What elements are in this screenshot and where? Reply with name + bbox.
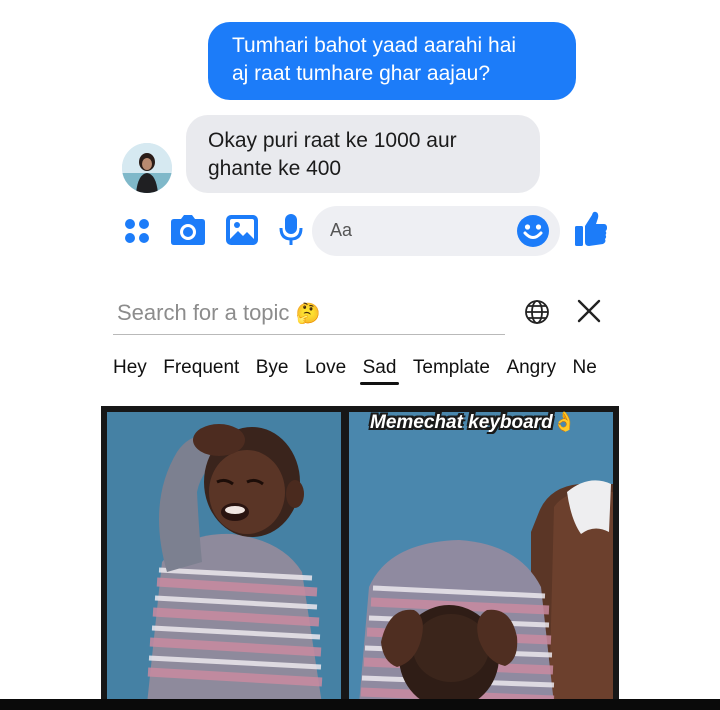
tab-template[interactable]: Template [413,357,490,379]
message-input[interactable]: Aa [312,206,560,256]
tab-sad[interactable]: Sad [359,357,400,385]
tab-ne[interactable]: Ne [573,357,597,379]
message-input-placeholder: Aa [330,220,353,240]
tab-frequent[interactable]: Frequent [163,357,239,379]
tab-hey[interactable]: Hey [113,357,147,379]
meme-image-kid-holding-head[interactable] [349,412,613,704]
meme-results-panel [101,406,619,710]
gallery-icon[interactable] [225,214,259,246]
topic-search-field[interactable]: Search for a topic 🤔 [113,292,505,335]
apps-grid-icon[interactable] [122,216,152,246]
meme-image-crying-kid[interactable] [107,412,341,704]
close-icon[interactable] [576,298,602,324]
message-line: ghante ke 400 [208,157,342,180]
sent-message-bubble[interactable]: Tumhari bahot yaad aarahi hai aj raat tu… [208,22,576,100]
topic-search-placeholder: Search for a topic 🤔 [117,300,321,325]
tab-bye[interactable]: Bye [256,357,289,379]
emoji-icon[interactable] [516,214,550,248]
avatar-photo [122,143,172,193]
camera-icon[interactable] [170,214,206,246]
contact-avatar[interactable] [122,143,172,193]
thinking-emoji-icon: 🤔 [295,303,321,325]
tab-love[interactable]: Love [305,357,346,379]
received-message-bubble[interactable]: Okay puri raat ke 1000 aur ghante ke 400 [186,115,540,193]
ok-hand-emoji-icon: 👌 [552,412,577,433]
topic-tabs: Hey Frequent Bye Love Sad Template Angry… [113,357,623,387]
tab-angry[interactable]: Angry [506,357,556,379]
message-line: Tumhari bahot yaad aarahi hai [232,34,517,57]
message-line: aj raat tumhare ghar aajau? [232,62,490,85]
memechat-watermark: Memechat keyboard👌 [370,412,577,433]
thumbs-up-icon[interactable] [574,210,608,248]
message-line: Okay puri raat ke 1000 aur [208,129,457,152]
bottom-edge [0,699,720,710]
microphone-icon[interactable] [279,213,303,247]
globe-icon[interactable] [523,298,551,326]
